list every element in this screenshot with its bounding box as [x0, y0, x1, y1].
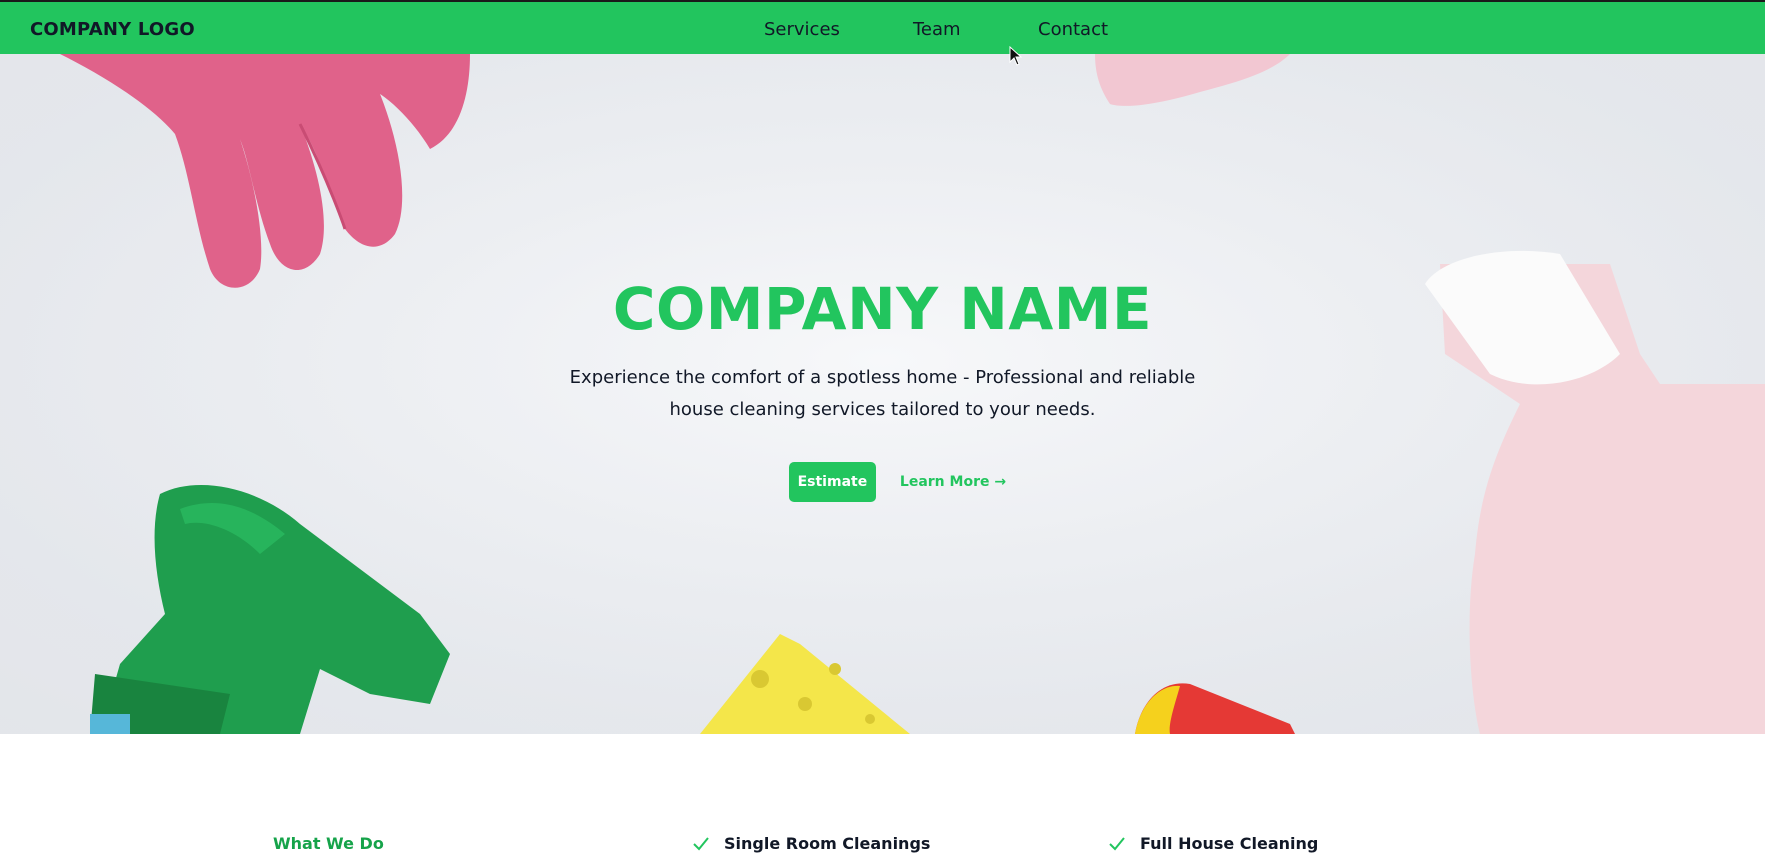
hero-section: COMPANY NAME Experience the comfort of a… — [0, 54, 1765, 734]
service-item-label: Full House Cleaning — [1140, 834, 1319, 853]
nav-link-team[interactable]: Team — [913, 19, 961, 40]
hero-description: Experience the comfort of a spotless hom… — [569, 367, 1196, 420]
estimate-button[interactable]: Estimate — [788, 462, 876, 502]
mouse-cursor-icon — [1009, 46, 1023, 66]
landing-page: COMPANY LOGO Services Team Contact COMPA… — [0, 0, 1765, 862]
hero-title: COMPANY NAME — [612, 275, 1153, 343]
services-heading: What We Do — [273, 834, 384, 853]
service-item-full-house: Full House Cleaning — [1108, 834, 1318, 853]
top-navbar: COMPANY LOGO Services Team Contact — [0, 0, 1765, 54]
check-icon — [693, 836, 709, 850]
hero-content: COMPANY NAME Experience the comfort of a… — [0, 274, 1765, 502]
service-item-label: Single Room Cleanings — [724, 834, 931, 853]
hero-actions: Estimate Learn More → — [0, 462, 1765, 502]
check-icon — [1109, 836, 1125, 850]
company-logo[interactable]: COMPANY LOGO — [30, 19, 195, 40]
service-item-single-room: Single Room Cleanings — [692, 834, 930, 853]
nav-link-contact[interactable]: Contact — [1038, 19, 1108, 40]
services-section: What We Do Single Room Cleanings Full Ho… — [0, 734, 1765, 862]
nav-link-services[interactable]: Services — [764, 19, 840, 40]
learn-more-link[interactable]: Learn More → — [900, 474, 1006, 490]
